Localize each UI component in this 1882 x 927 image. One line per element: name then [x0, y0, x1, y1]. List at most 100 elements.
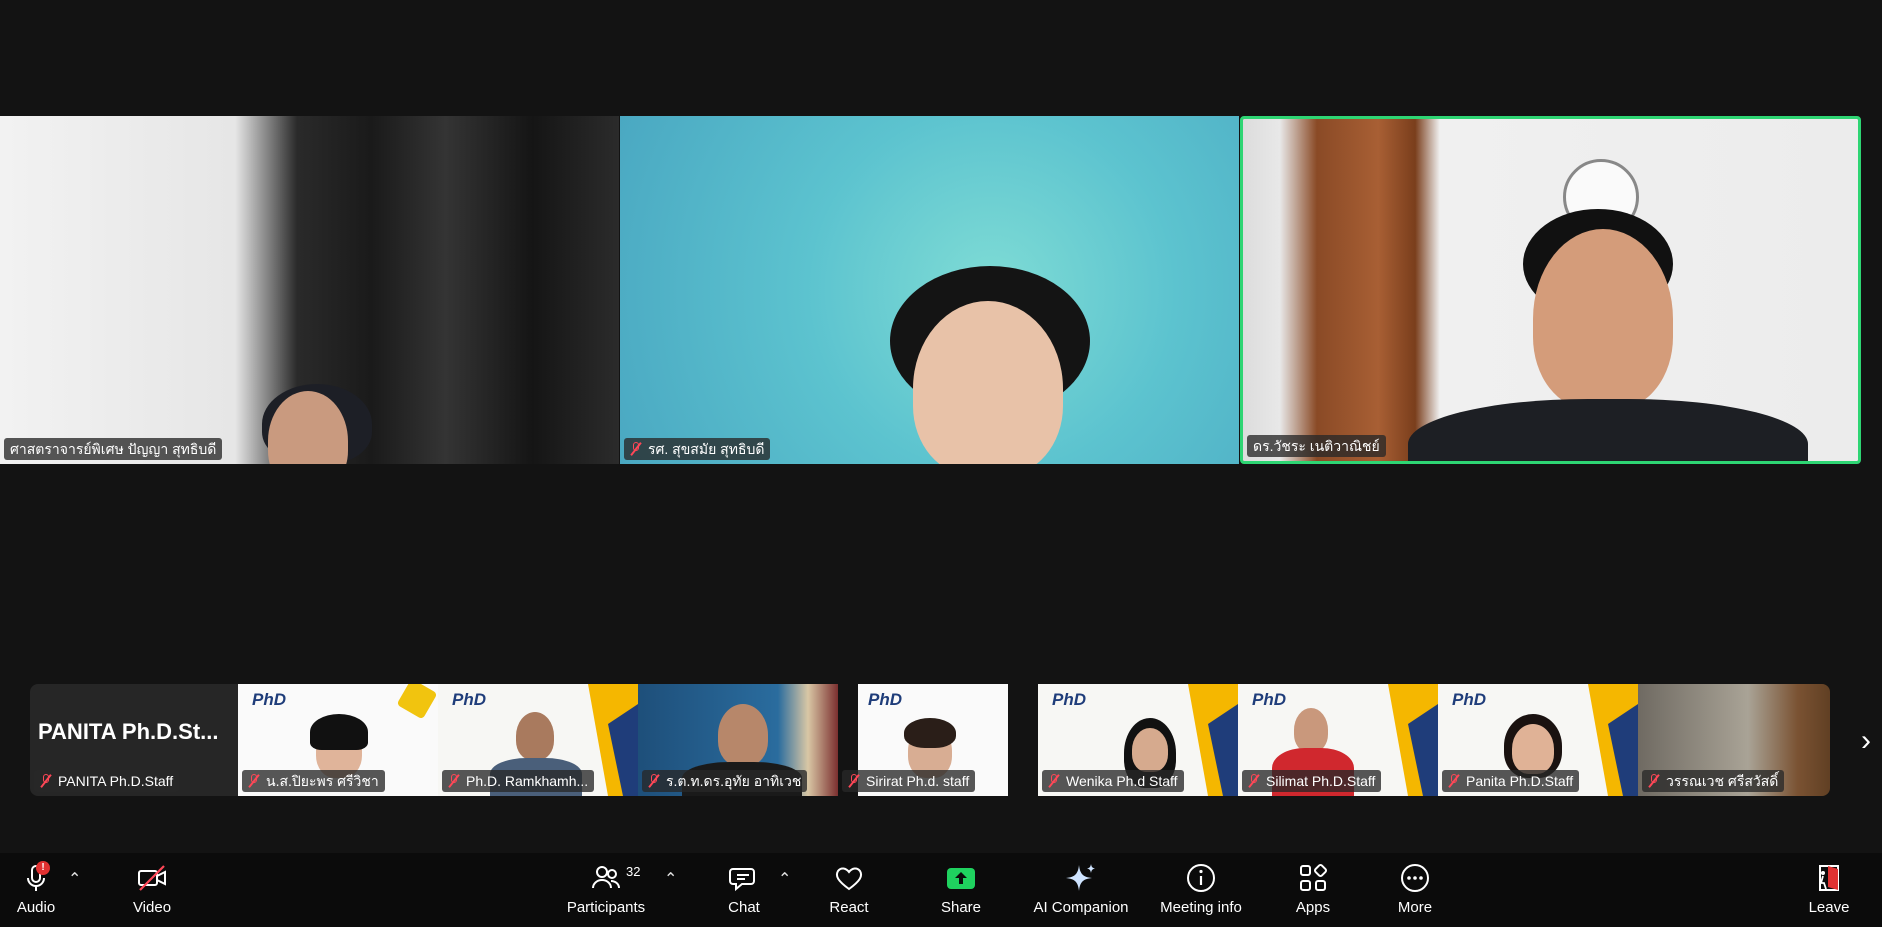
participant-face [1533, 229, 1673, 409]
heart-icon [835, 867, 863, 891]
strip-tile-silimat[interactable]: PhD Silimat Ph.D.Staff [1238, 684, 1438, 796]
phd-logo: PhD [1052, 690, 1086, 709]
strip-tile-panita[interactable]: PANITA Ph.D.St... PANITA Ph.D.Staff [30, 684, 238, 796]
participant-name-tag: PANITA Ph.D.Staff [34, 770, 180, 792]
audio-options-caret-icon[interactable]: ⌃ [68, 869, 81, 889]
participant-name: ร.ต.ท.ดร.อุทัย อาทิเวช [666, 773, 802, 789]
participant-name: ศาสตราจารย์พิเศษ ปัญญา สุทธิบดี [10, 441, 217, 457]
video-feed [0, 116, 619, 464]
participant-name-tag: Ph.D. Ramkhamh... [442, 770, 595, 792]
video-label: Video [132, 899, 172, 916]
chat-button[interactable]: Chat [722, 861, 766, 923]
participant-name: วรรณเวช ศรีสวัสดิ์ [1666, 773, 1779, 789]
video-button[interactable]: Video [128, 861, 176, 923]
chevron-right-icon[interactable]: › [1854, 725, 1878, 757]
phd-logo: PhD [1452, 690, 1486, 709]
mic-muted-icon [40, 774, 52, 788]
participants-label: Participants [566, 899, 646, 916]
chat-icon [729, 868, 755, 892]
participant-name: ดร.วัชระ เนติวาณิชย์ [1253, 438, 1380, 454]
video-tile-active-speaker[interactable]: ดร.วัชระ เนติวาณิชย์ [1240, 116, 1861, 464]
ai-companion-label: AI Companion [1033, 899, 1129, 916]
participant-name: PANITA Ph.D.Staff [58, 773, 174, 789]
participant-name-tag: Sirirat Ph.d. staff [842, 770, 976, 792]
participant-name: Ph.D. Ramkhamh... [466, 773, 589, 789]
participant-name-tag: น.ส.ปิยะพร ศรีวิชา [242, 770, 385, 792]
strip-tile-wannawet[interactable]: วรรณเวช ศรีสวัสดิ์ [1638, 684, 1830, 796]
react-button[interactable]: React [826, 861, 872, 923]
participant-name-tag: ศาสตราจารย์พิเศษ ปัญญา สุทธิบดี [4, 438, 223, 460]
mic-muted-icon [1648, 774, 1660, 788]
strip-tile-piyaporn[interactable]: PhD น.ส.ปิยะพร ศรีวิชา [238, 684, 438, 796]
participant-name-tag: วรรณเวช ศรีสวัสดิ์ [1642, 770, 1785, 792]
meeting-info-label: Meeting info [1160, 899, 1242, 916]
phd-logo: PhD [452, 690, 486, 709]
more-button[interactable]: More [1392, 861, 1438, 923]
participant-face [1512, 724, 1554, 774]
participant-name: Sirirat Ph.d. staff [866, 773, 970, 789]
apps-label: Apps [1295, 899, 1331, 916]
participant-face [516, 712, 554, 760]
strip-tile-wenika[interactable]: PhD Wenika Ph.d Staff [1038, 684, 1238, 796]
strip-tile-panita-video[interactable]: PhD Panita Ph.D.Staff [1438, 684, 1638, 796]
video-tile-speaker-1[interactable]: ศาสตราจารย์พิเศษ ปัญญา สุทธิบดี [0, 116, 619, 464]
phd-logo: PhD [868, 690, 902, 709]
apps-button[interactable]: Apps [1290, 861, 1336, 923]
participant-name-tag: Silimat Ph.D.Staff [1242, 770, 1382, 792]
mic-muted-icon [1048, 774, 1060, 788]
video-tile-speaker-2[interactable]: รศ. สุขสมัย สุทธิบดี [620, 116, 1239, 464]
info-icon [1187, 864, 1215, 892]
participant-face [718, 704, 768, 766]
participant-name: รศ. สุขสมัย สุทธิบดี [648, 441, 765, 457]
mic-muted-icon [1448, 774, 1460, 788]
participants-icon [592, 866, 620, 889]
participant-name: Wenika Ph.d Staff [1066, 773, 1178, 789]
meeting-toolbar: Audio ! ⌃ Video Participants 32 ⌃ Chat ⌃ [0, 853, 1882, 927]
video-feed [620, 116, 1239, 464]
chat-options-caret-icon[interactable]: ⌃ [778, 869, 791, 889]
participants-options-caret-icon[interactable]: ⌃ [664, 869, 677, 889]
participant-name-tag: รศ. สุขสมัย สุทธิบดี [624, 438, 771, 460]
audio-warning-badge: ! [36, 861, 50, 875]
video-feed [1008, 684, 1038, 796]
participant-name-tag: Panita Ph.D.Staff [1442, 770, 1580, 792]
participant-count: 32 [626, 864, 641, 879]
react-label: React [829, 899, 869, 916]
participant-name: Silimat Ph.D.Staff [1266, 773, 1376, 789]
more-label: More [1397, 899, 1433, 916]
leave-button[interactable]: Leave [1806, 861, 1852, 923]
meeting-info-button[interactable]: Meeting info [1156, 861, 1246, 923]
participant-face [1132, 728, 1168, 772]
strip-tile-uthai[interactable]: ร.ต.ท.ดร.อุทัย อาทิเวช [638, 684, 838, 796]
ai-companion-button[interactable]: AI Companion [1032, 861, 1130, 923]
apps-icon [1300, 863, 1328, 891]
mic-muted-icon [1248, 774, 1260, 788]
mic-muted-icon [448, 774, 460, 788]
phd-logo: PhD [252, 690, 286, 709]
participant-face [1294, 708, 1328, 752]
participant-name-tag: Wenika Ph.d Staff [1042, 770, 1184, 792]
mic-muted-icon [848, 774, 860, 788]
audio-label: Audio [16, 899, 56, 916]
mic-muted-icon [648, 774, 660, 788]
mic-muted-icon [630, 442, 642, 456]
share-button[interactable]: Share [938, 861, 984, 923]
strip-tile-sirirat[interactable]: PhD Sirirat Ph.d. staff [838, 684, 1038, 796]
strip-tile-ramkhamhaeng[interactable]: PhD Ph.D. Ramkhamh... [438, 684, 638, 796]
leave-door-icon [1819, 865, 1839, 891]
video-feed [1243, 119, 1858, 461]
mic-muted-icon [248, 774, 260, 788]
participant-name-tag: ดร.วัชระ เนติวาณิชย์ [1247, 435, 1386, 457]
participant-body [1408, 399, 1808, 461]
participant-filmstrip: PANITA Ph.D.St... PANITA Ph.D.Staff PhD … [30, 684, 1830, 796]
participant-name-tag: ร.ต.ท.ดร.อุทัย อาทิเวช [642, 770, 808, 792]
participant-display-name: PANITA Ph.D.St... [38, 719, 219, 744]
more-options-icon [1401, 864, 1429, 892]
participant-name: Panita Ph.D.Staff [1466, 773, 1574, 789]
participant-face [913, 301, 1063, 464]
participant-hair [310, 714, 368, 750]
leave-label: Leave [1808, 899, 1850, 916]
video-off-icon [138, 865, 166, 891]
chat-label: Chat [728, 899, 760, 916]
share-screen-icon [947, 868, 975, 889]
